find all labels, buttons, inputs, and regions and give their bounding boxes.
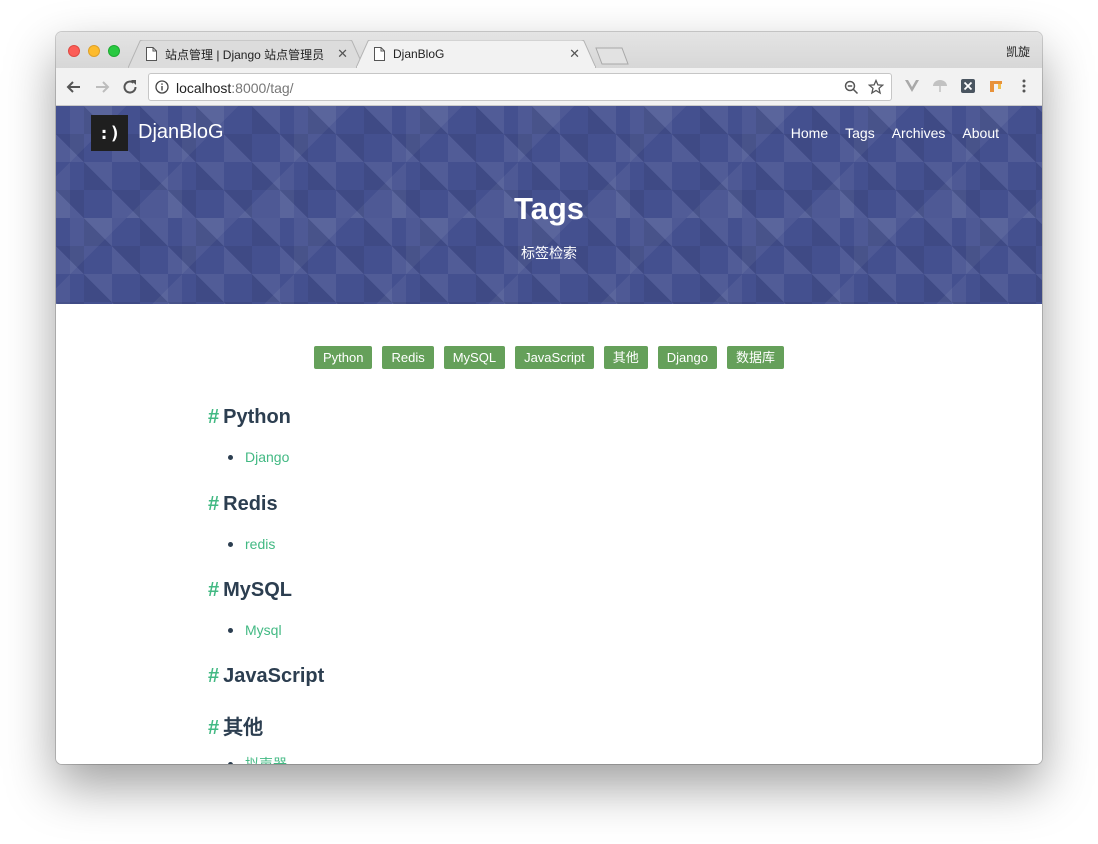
url-text[interactable]: localhost:8000/tag/ — [176, 80, 294, 96]
reload-icon[interactable] — [120, 77, 140, 97]
bullet-icon — [228, 454, 233, 460]
tag-button-other[interactable]: 其他 — [603, 346, 648, 369]
hash-icon: # — [208, 493, 220, 515]
close-window-button[interactable] — [68, 45, 80, 57]
nav-tags-link[interactable]: Tags — [845, 125, 875, 141]
post-list-item: redis — [208, 536, 275, 552]
bullet-icon — [228, 627, 233, 633]
post-link[interactable]: Django — [245, 449, 289, 465]
forward-arrow-icon[interactable] — [92, 77, 112, 97]
hero-header: :) DjanBloG Home Tags Archives About Tag… — [56, 106, 1042, 304]
document-icon — [146, 47, 157, 61]
tag-heading: # Redis — [208, 493, 278, 516]
tag-button-redis[interactable]: Redis — [382, 346, 434, 369]
post-link[interactable]: 拟声器 — [245, 756, 287, 764]
tag-section-mysql: # MySQL Mysql — [208, 579, 292, 638]
page-title: Tags — [513, 191, 585, 226]
tag-button-python[interactable]: Python — [313, 346, 373, 369]
tag-heading: # Python — [208, 406, 291, 429]
tag-heading-text: Python — [223, 406, 291, 428]
postman-extension-icon[interactable] — [988, 78, 1004, 94]
post-list: Mysql — [208, 622, 282, 638]
menu-kebab-icon[interactable] — [1016, 78, 1032, 94]
tab-djanblog[interactable]: DjanBloG ✕ — [356, 40, 596, 68]
tag-heading: # JavaScript — [208, 665, 324, 688]
top-navigation: Home Tags Archives About — [791, 125, 999, 141]
bookmark-star-icon[interactable] — [868, 79, 884, 95]
address-bar[interactable]: localhost:8000/tag/ — [148, 73, 892, 101]
tag-heading: # MySQL — [208, 579, 292, 602]
vue-devtools-icon[interactable] — [904, 78, 920, 94]
post-list: Django — [208, 449, 289, 465]
post-list-item: 拟声器 — [208, 754, 287, 764]
tag-button-javascript[interactable]: JavaScript — [515, 346, 594, 369]
tag-section-python: # Python Django — [208, 406, 291, 465]
tab-shape — [356, 40, 596, 68]
nav-archives-link[interactable]: Archives — [892, 125, 946, 141]
hash-icon: # — [208, 665, 220, 687]
site-brand[interactable]: DjanBloG — [138, 121, 224, 144]
tag-cloud: Python Redis MySQL JavaScript 其他 Django … — [56, 346, 1042, 369]
info-icon[interactable] — [155, 80, 169, 94]
page-content: :) DjanBloG Home Tags Archives About Tag… — [56, 106, 1042, 764]
x-extension-icon[interactable] — [960, 78, 976, 94]
tag-heading-text: JavaScript — [223, 665, 325, 687]
tab-title: 站点管理 | Django 站点管理员 — [165, 47, 325, 62]
hash-icon: # — [208, 579, 220, 601]
post-list: 拟声器 — [208, 754, 287, 764]
post-list-item: Django — [208, 449, 289, 465]
browser-toolbar: localhost:8000/tag/ — [56, 68, 1042, 106]
tab-strip: 站点管理 | Django 站点管理员 ✕ DjanBloG ✕ 凯旋 — [56, 32, 1042, 68]
tag-heading: # 其他 — [208, 711, 263, 740]
tag-heading-text: Redis — [223, 493, 278, 515]
url-path: :8000/tag/ — [231, 80, 294, 96]
post-link[interactable]: Mysql — [245, 622, 282, 638]
new-tab-button[interactable] — [594, 47, 630, 65]
url-host: localhost — [176, 80, 232, 96]
site-logo[interactable]: :) — [91, 115, 128, 151]
post-list: redis — [208, 536, 275, 552]
post-list-item: Mysql — [208, 622, 282, 638]
bullet-icon — [228, 541, 233, 547]
tag-button-mysql[interactable]: MySQL — [443, 346, 506, 369]
tag-section-redis: # Redis redis — [208, 493, 278, 552]
back-arrow-icon[interactable] — [64, 77, 84, 97]
umbrella-extension-icon[interactable] — [932, 78, 948, 94]
close-tab-icon[interactable]: ✕ — [569, 46, 580, 62]
zoom-out-icon[interactable] — [844, 80, 859, 95]
tag-button-django[interactable]: Django — [657, 346, 717, 369]
tag-section-javascript: # JavaScript — [208, 665, 324, 688]
tab-title: DjanBloG — [393, 47, 445, 61]
post-link[interactable]: redis — [245, 536, 275, 552]
bullet-icon — [228, 761, 233, 764]
tag-button-database[interactable]: 数据库 — [726, 346, 784, 369]
tag-heading-text: MySQL — [223, 579, 293, 601]
page-subtitle: 标签检索 — [521, 245, 577, 261]
profile-name[interactable]: 凯旋 — [1006, 43, 1030, 60]
browser-window: 站点管理 | Django 站点管理员 ✕ DjanBloG ✕ 凯旋 loca… — [56, 32, 1042, 764]
close-tab-icon[interactable]: ✕ — [337, 46, 348, 62]
nav-home-link[interactable]: Home — [791, 125, 828, 141]
document-icon — [374, 47, 385, 61]
zoom-window-button[interactable] — [108, 45, 120, 57]
tag-heading-text: 其他 — [223, 717, 264, 739]
hash-icon: # — [208, 406, 220, 428]
nav-about-link[interactable]: About — [962, 125, 999, 141]
tab-django-admin[interactable]: 站点管理 | Django 站点管理员 ✕ — [128, 40, 364, 68]
hash-icon: # — [208, 717, 220, 739]
tag-section-other: # 其他 拟声器 — [208, 711, 287, 764]
minimize-window-button[interactable] — [88, 45, 100, 57]
